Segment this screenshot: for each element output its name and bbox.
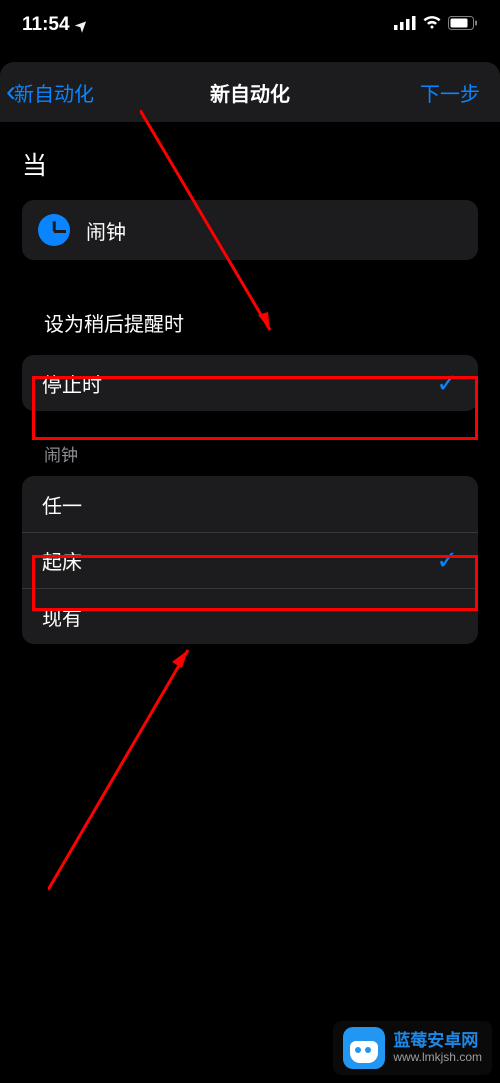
status-time-area: 11:54 ➤: [22, 14, 87, 36]
row-any[interactable]: 任一: [22, 476, 478, 532]
signal-icon: [394, 14, 416, 36]
clock-icon: [38, 214, 70, 246]
annotation-arrow-2: [48, 640, 208, 900]
next-button[interactable]: 下一步: [420, 78, 490, 107]
row-label: 停止时: [42, 369, 102, 398]
row-wakeup[interactable]: 起床 ✓: [22, 532, 478, 588]
row-stop[interactable]: 停止时 ✓: [22, 355, 478, 411]
status-bar: 11:54 ➤: [0, 0, 500, 50]
watermark-url: www.lmkjsh.com: [393, 1051, 482, 1065]
check-icon: ✓: [436, 545, 458, 576]
group1-list: 停止时 ✓: [22, 355, 478, 411]
content: 当 闹钟 设为稍后提醒时 停止时 ✓ 闹钟 任一 起床 ✓ 现有: [0, 122, 500, 644]
row-label: 起床: [42, 546, 82, 575]
trigger-card[interactable]: 闹钟: [22, 200, 478, 260]
group2-title: 闹钟: [0, 411, 500, 476]
watermark: 蓝莓安卓网 www.lmkjsh.com: [333, 1021, 492, 1075]
trigger-label: 闹钟: [86, 216, 126, 245]
watermark-name: 蓝莓安卓网: [393, 1031, 482, 1051]
nav-bar: ‹ 新自动化 新自动化 下一步: [0, 62, 500, 122]
group2-list: 任一 起床 ✓ 现有: [22, 476, 478, 644]
page-title: 新自动化: [210, 78, 290, 107]
section-heading-when: 当: [0, 142, 500, 200]
status-time: 11:54: [22, 14, 70, 36]
group1-title: 设为稍后提醒时: [0, 260, 500, 355]
battery-icon: [448, 14, 478, 36]
back-button[interactable]: ‹ 新自动化: [6, 75, 94, 109]
watermark-icon: [343, 1027, 385, 1069]
row-label: 任一: [42, 490, 82, 519]
wifi-icon: [422, 14, 442, 36]
row-label: 现有: [42, 602, 82, 631]
status-indicators: [394, 14, 478, 36]
row-existing[interactable]: 现有: [22, 588, 478, 644]
location-icon: ➤: [71, 15, 91, 35]
check-icon: ✓: [436, 368, 458, 399]
back-label: 新自动化: [14, 78, 94, 107]
